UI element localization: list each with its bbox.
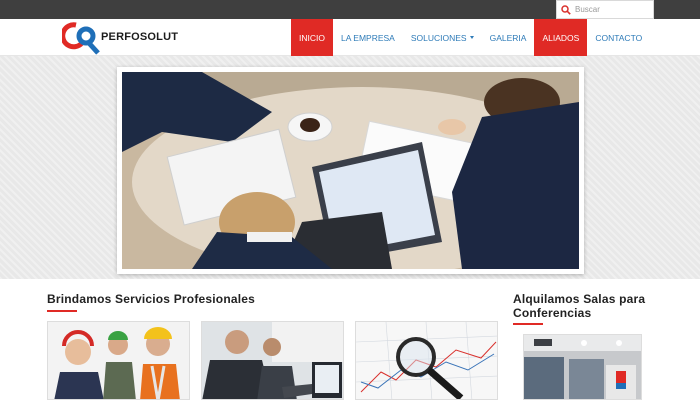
nav-item-aliados[interactable]: ALIADOS — [534, 19, 588, 56]
services-title-underline — [47, 310, 77, 312]
main-nav: INICIO LA EMPRESA SOLUCIONES GALERIA ALI… — [291, 19, 650, 56]
logo-icon[interactable] — [62, 21, 102, 55]
nav-item-la-empresa[interactable]: LA EMPRESA — [333, 19, 403, 56]
rooms-title: Alquilamos Salas para Conferencias — [513, 292, 645, 320]
rooms-title-line1: Alquilamos Salas para — [513, 292, 646, 306]
hero-image-frame — [117, 67, 584, 274]
nav-item-inicio[interactable]: INICIO — [291, 19, 333, 56]
top-bar — [0, 0, 700, 19]
workers-image — [48, 322, 189, 399]
nav-label: SOLUCIONES — [410, 32, 467, 43]
nav-label: GALERIA — [489, 32, 527, 43]
service-image-analysis[interactable] — [355, 321, 498, 400]
header: PERFOSOLUT INICIO LA EMPRESA SOLUCIONES … — [0, 19, 700, 56]
caret-down-icon — [469, 36, 474, 39]
nav-item-galeria[interactable]: GALERIA — [482, 19, 535, 56]
nav-item-contacto[interactable]: CONTACTO — [587, 19, 650, 56]
nav-label: CONTACTO — [595, 32, 643, 43]
nav-label: ALIADOS — [542, 32, 580, 43]
service-image-office[interactable] — [201, 321, 344, 400]
search-icon[interactable] — [561, 4, 571, 15]
conference-room-photo — [524, 335, 641, 399]
nav-label: INICIO — [299, 32, 325, 43]
hero-image-business-meeting — [122, 72, 579, 269]
office-image — [202, 322, 343, 399]
services-title: Brindamos Servicios Profesionales — [47, 292, 256, 306]
search-input[interactable] — [575, 2, 649, 17]
service-image-workers[interactable] — [47, 321, 190, 400]
search-box[interactable] — [556, 0, 654, 19]
conference-room-image[interactable] — [523, 334, 642, 400]
rooms-title-underline — [513, 323, 543, 325]
rooms-title-line2: Conferencias — [513, 306, 592, 320]
brand-name[interactable]: PERFOSOLUT — [101, 31, 178, 43]
nav-label: LA EMPRESA — [340, 32, 395, 43]
analysis-image — [356, 322, 497, 399]
nav-item-soluciones[interactable]: SOLUCIONES — [403, 19, 482, 56]
